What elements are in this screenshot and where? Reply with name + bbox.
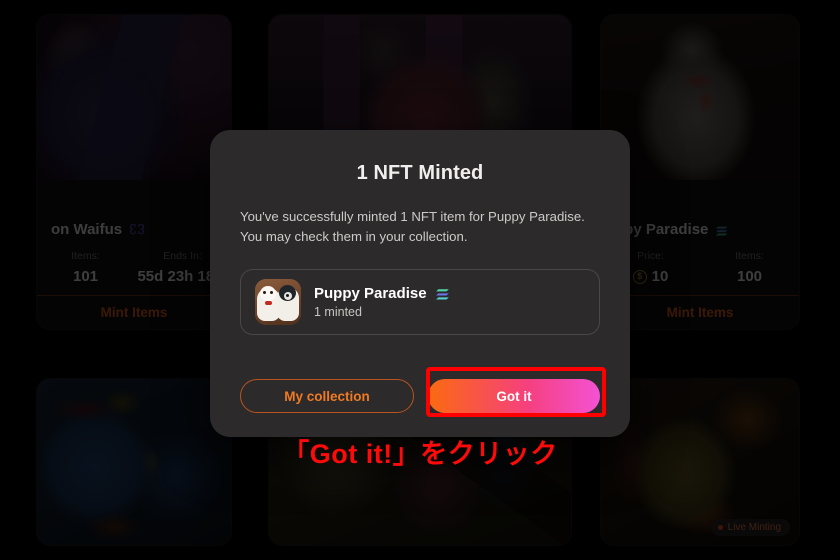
minted-item-thumbnail	[255, 279, 301, 325]
screen: on Waifus Items: 101 Ends In: 55d 23h 18…	[0, 0, 840, 560]
my-collection-button[interactable]: My collection	[240, 379, 414, 413]
dialog-description: You've successfully minted 1 NFT item fo…	[240, 207, 600, 247]
minted-item-name-row: Puppy Paradise	[314, 285, 450, 302]
dialog-actions: My collection Got it	[240, 379, 600, 413]
minted-item-subtitle: 1 minted	[314, 305, 362, 319]
annotation-caption: 「Got it!」をクリック	[282, 439, 558, 469]
got-it-button[interactable]: Got it	[428, 379, 600, 413]
minted-item-name: Puppy Paradise	[314, 285, 427, 302]
minted-item-card: Puppy Paradise 1 minted	[240, 269, 600, 335]
mint-success-dialog: 1 NFT Minted You've successfully minted …	[210, 130, 630, 437]
dialog-description-line-2: You may check them in your collection.	[240, 229, 468, 244]
solana-icon	[435, 288, 450, 300]
dialog-title: 1 NFT Minted	[356, 162, 484, 184]
minted-item-info: Puppy Paradise 1 minted	[314, 285, 450, 319]
dialog-description-line-1: You've successfully minted 1 NFT item fo…	[240, 209, 585, 224]
